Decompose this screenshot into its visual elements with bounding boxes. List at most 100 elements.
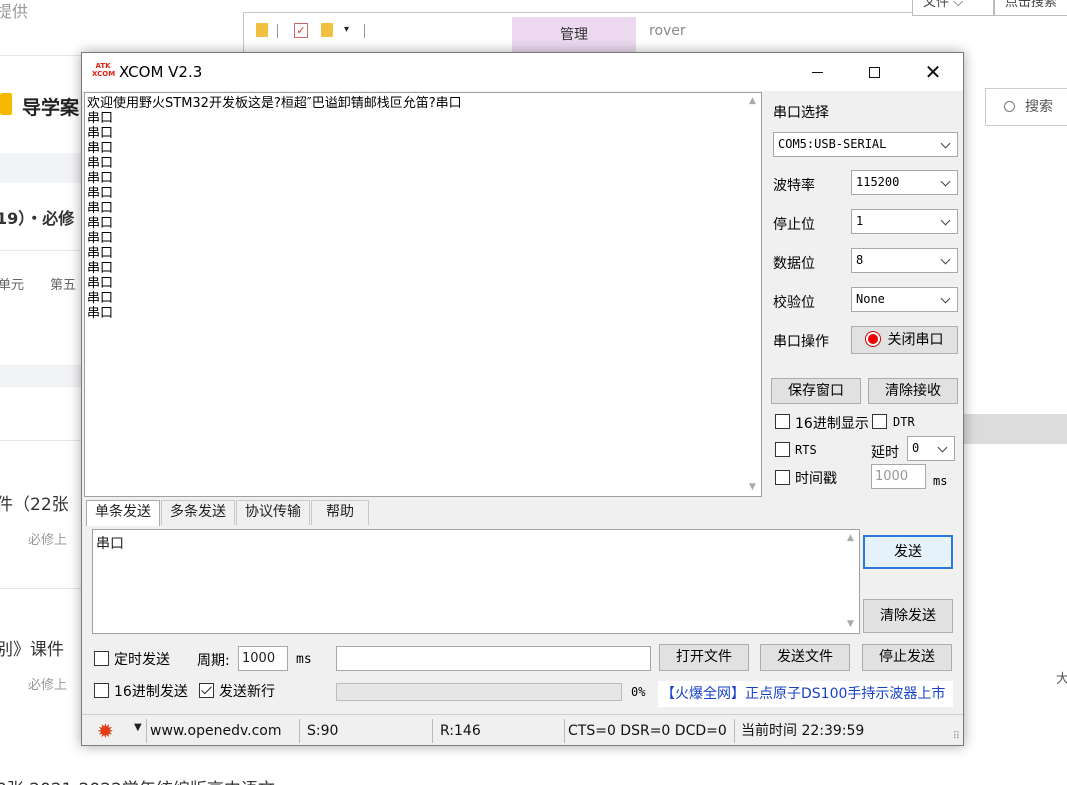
tab-help[interactable]: 帮助 (311, 500, 369, 525)
close-icon: ✕ (924, 60, 942, 84)
timestamp-input[interactable]: 1000 (871, 464, 926, 489)
bg-row1-text[interactable]: 19）・必修 (0, 205, 74, 229)
stop-send-button[interactable]: 停止发送 (862, 644, 952, 671)
scroll-up-icon[interactable]: ▲ (842, 530, 859, 547)
databit-label: 数据位 (773, 256, 815, 272)
received-count: R:146 (440, 723, 481, 739)
chevron-down-icon (940, 288, 952, 311)
scroll-down-icon[interactable]: ▼ (744, 479, 761, 496)
receive-line: 串口 (87, 306, 114, 321)
scroll-down-icon[interactable]: ▼ (842, 616, 859, 633)
receive-line: 串口 (87, 261, 114, 276)
bg-bottom-text[interactable]: 0张 2021-2022学年统编版高中语文 (0, 775, 275, 785)
send-scrollbar[interactable]: ▲ ▼ (842, 530, 859, 633)
receive-area[interactable]: 欢迎使用野火STM32开发板这是?桓超″巴谥卸锖邮栈叵允笛?串口 串口 串口 串口 串口… (84, 92, 762, 497)
databit-select[interactable]: 8 (851, 248, 958, 273)
tab-protocol[interactable]: 协议传输 (236, 500, 310, 525)
receive-line: 串口 (87, 156, 114, 171)
receive-line: 串口 (87, 111, 114, 126)
send-button[interactable]: 发送 (863, 535, 953, 569)
timed-send-checkbox[interactable] (94, 651, 109, 666)
close-button[interactable]: ✕ (910, 53, 956, 91)
port-select[interactable]: COM5:USB-SERIAL (773, 132, 958, 157)
timestamp-checkbox[interactable] (775, 470, 790, 485)
promo-link[interactable]: 【火爆全网】正点原子DS100手持示波器上市 (658, 681, 953, 707)
timestamp-label: 时间戳 (795, 471, 837, 487)
open-file-button[interactable]: 打开文件 (659, 644, 749, 671)
timestamp-unit: ms (933, 474, 948, 488)
clear-send-button[interactable]: 清除发送 (863, 599, 953, 633)
bg-row3-text[interactable]: 件（22张 (0, 490, 69, 515)
chevron-down-icon[interactable]: ▼ (134, 722, 142, 733)
status-led-icon (865, 332, 880, 346)
hex-send-checkbox[interactable] (94, 683, 109, 698)
menu-search[interactable]: 点击搜索 (994, 0, 1067, 16)
maximize-icon (868, 67, 880, 78)
close-port-button[interactable]: 关闭串口 (851, 326, 958, 354)
receive-line: 串口 (87, 231, 114, 246)
bg-top-text: 提供 (0, 2, 29, 21)
receive-line: 串口 (87, 276, 114, 291)
bg-row2-left: 单元 (0, 278, 25, 293)
save-window-button[interactable]: 保存窗口 (771, 378, 861, 404)
dtr-checkbox[interactable] (872, 414, 887, 429)
menu-file[interactable]: 文件 ⌵ (912, 0, 994, 16)
tab-manage[interactable]: 管理 (512, 17, 636, 53)
title-bar[interactable]: ATK XCOM XCOM V2.3 ✕ (82, 53, 963, 91)
send-progress-bar (336, 683, 622, 701)
file-path-input[interactable] (336, 646, 651, 671)
explorer-toolbar: ✓ ▾ 管理 rover (244, 13, 1067, 53)
receive-line: 串口 (87, 171, 114, 186)
maximize-button[interactable] (851, 53, 897, 91)
dtr-label: DTR (893, 415, 915, 429)
hex-display-label: 16进制显示 (795, 416, 869, 432)
resize-grip-icon[interactable]: ⠿ (953, 731, 960, 742)
receive-line: 串口 (87, 126, 114, 141)
port-op-label: 串口操作 (773, 334, 829, 350)
scroll-up-icon[interactable]: ▲ (744, 93, 761, 110)
xcom-window: ATK XCOM XCOM V2.3 ✕ 欢迎使用野火STM32开发板这是?桓超″… (81, 52, 964, 746)
rts-checkbox[interactable] (775, 442, 790, 457)
parity-select[interactable]: None (851, 287, 958, 312)
properties-icon[interactable]: ✓ (294, 23, 308, 38)
folder-icon[interactable] (256, 23, 268, 37)
receive-line: 串口 (87, 246, 114, 261)
delay-select[interactable]: 0 (907, 436, 955, 461)
bg-row2-right: 第五 (50, 278, 77, 293)
period-label: 周期: (197, 653, 230, 669)
baud-select[interactable]: 115200 (851, 170, 958, 195)
baud-label: 波特率 (773, 178, 815, 194)
chevron-down-icon (940, 133, 952, 156)
clear-receive-button[interactable]: 清除接收 (868, 378, 958, 404)
bg-row4-text[interactable]: 别》课件 (0, 635, 64, 660)
delay-label: 延时 (871, 445, 899, 461)
gear-icon[interactable]: ✹ (97, 721, 114, 741)
stopbit-select[interactable]: 1 (851, 209, 958, 234)
bg-nav-title[interactable]: 导学案 (22, 93, 79, 120)
chevron-down-icon (940, 210, 952, 233)
send-newline-checkbox[interactable] (199, 683, 214, 698)
receive-line: 串口 (87, 291, 114, 306)
period-input[interactable]: 1000 (238, 646, 288, 671)
send-input[interactable]: 串口 ▲ ▼ (92, 529, 860, 634)
receive-text: 欢迎使用野火STM32开发板这是?桓超″巴谥卸锖邮栈叵允笛?串口 串口 串口 串口 串口… (87, 96, 462, 321)
minimize-icon (811, 72, 823, 73)
tab-single-send[interactable]: 单条发送 (86, 500, 160, 526)
period-unit: ms (296, 652, 312, 667)
receive-scrollbar[interactable]: ▲ ▼ (744, 93, 761, 496)
minimize-button[interactable] (794, 53, 840, 91)
chevron-down-icon[interactable]: ▾ (344, 24, 349, 35)
website-link[interactable]: www.openedv.com (150, 719, 282, 743)
tab-multi-send[interactable]: 多条发送 (161, 500, 235, 525)
timed-send-label: 定时发送 (114, 652, 170, 668)
chevron-down-icon (940, 249, 952, 272)
new-folder-icon[interactable] (321, 23, 333, 37)
receive-line: 串口 (87, 216, 114, 231)
window-title: XCOM V2.3 (119, 63, 203, 81)
progress-text: 0% (631, 685, 646, 699)
sent-count: S:90 (307, 723, 339, 739)
send-file-button[interactable]: 发送文件 (760, 644, 850, 671)
search-box[interactable]: 搜索 (985, 88, 1067, 126)
receive-line: 串口 (87, 201, 114, 216)
hex-display-checkbox[interactable] (775, 414, 790, 429)
